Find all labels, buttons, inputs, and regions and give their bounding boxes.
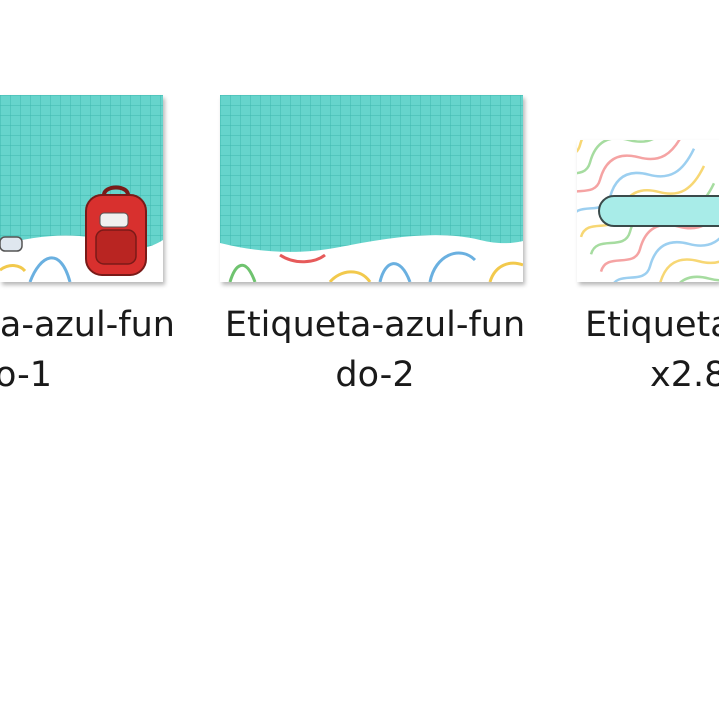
file-item-3[interactable]: Etiqueta x2.8	[560, 0, 719, 400]
file-thumbnail-1[interactable]	[0, 95, 163, 282]
backpack-icon	[0, 95, 163, 282]
file-name-1: a-azul-fun o-1	[0, 305, 175, 395]
file-thumbnail-2[interactable]	[220, 95, 523, 282]
file-name-2: Etiqueta-azul-fun do-2	[224, 305, 526, 395]
file-name-3: Etiqueta x2.8	[585, 305, 719, 395]
file-explorer-content: a-azul-fun o-1 Etiqueta-azul-fun do-2 Et…	[0, 0, 719, 719]
file-item-1[interactable]: a-azul-fun o-1	[0, 0, 180, 400]
grid-paper-icon	[220, 95, 523, 282]
wavy-lines-icon	[577, 140, 719, 282]
file-item-2[interactable]: Etiqueta-azul-fun do-2	[205, 0, 545, 400]
file-thumbnail-3[interactable]	[577, 140, 719, 282]
